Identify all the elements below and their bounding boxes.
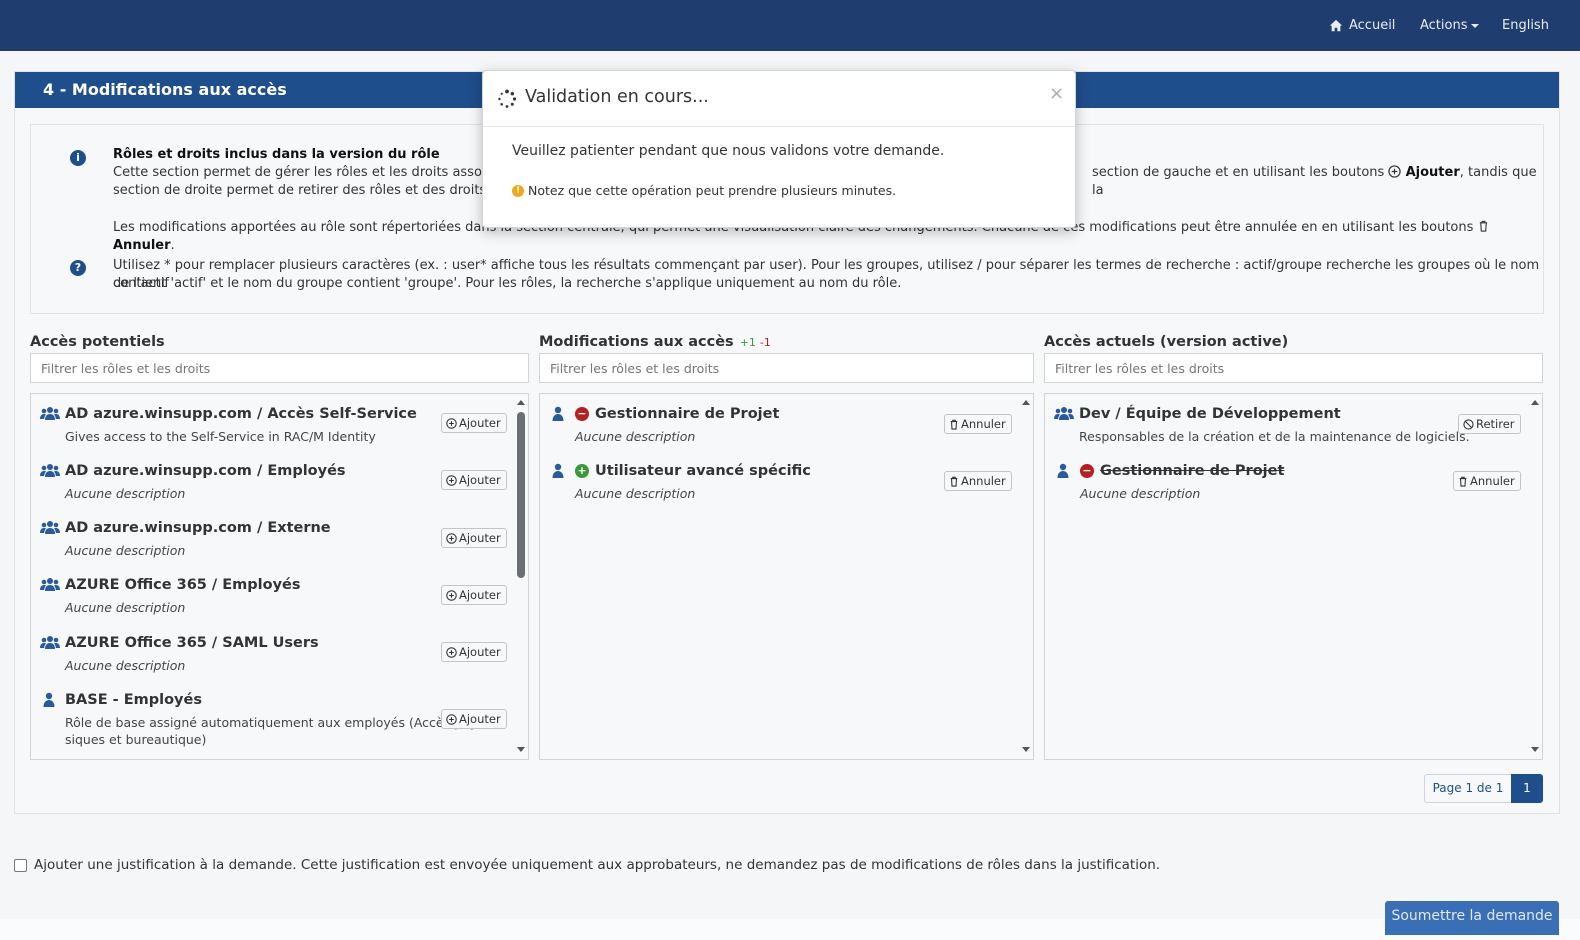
warning-icon: ! bbox=[512, 184, 524, 197]
close-icon[interactable]: × bbox=[1049, 83, 1064, 104]
modal-header: Validation en cours... × bbox=[483, 71, 1075, 127]
modal-message: Veuillez patienter pendant que nous vali… bbox=[512, 143, 945, 159]
modal-note: ! Notez que cette opération peut prendre… bbox=[512, 183, 896, 198]
modal-title: Validation en cours... bbox=[525, 87, 709, 107]
validation-modal: Validation en cours... × Veuillez patien… bbox=[482, 70, 1076, 228]
spinner-icon bbox=[498, 89, 517, 108]
